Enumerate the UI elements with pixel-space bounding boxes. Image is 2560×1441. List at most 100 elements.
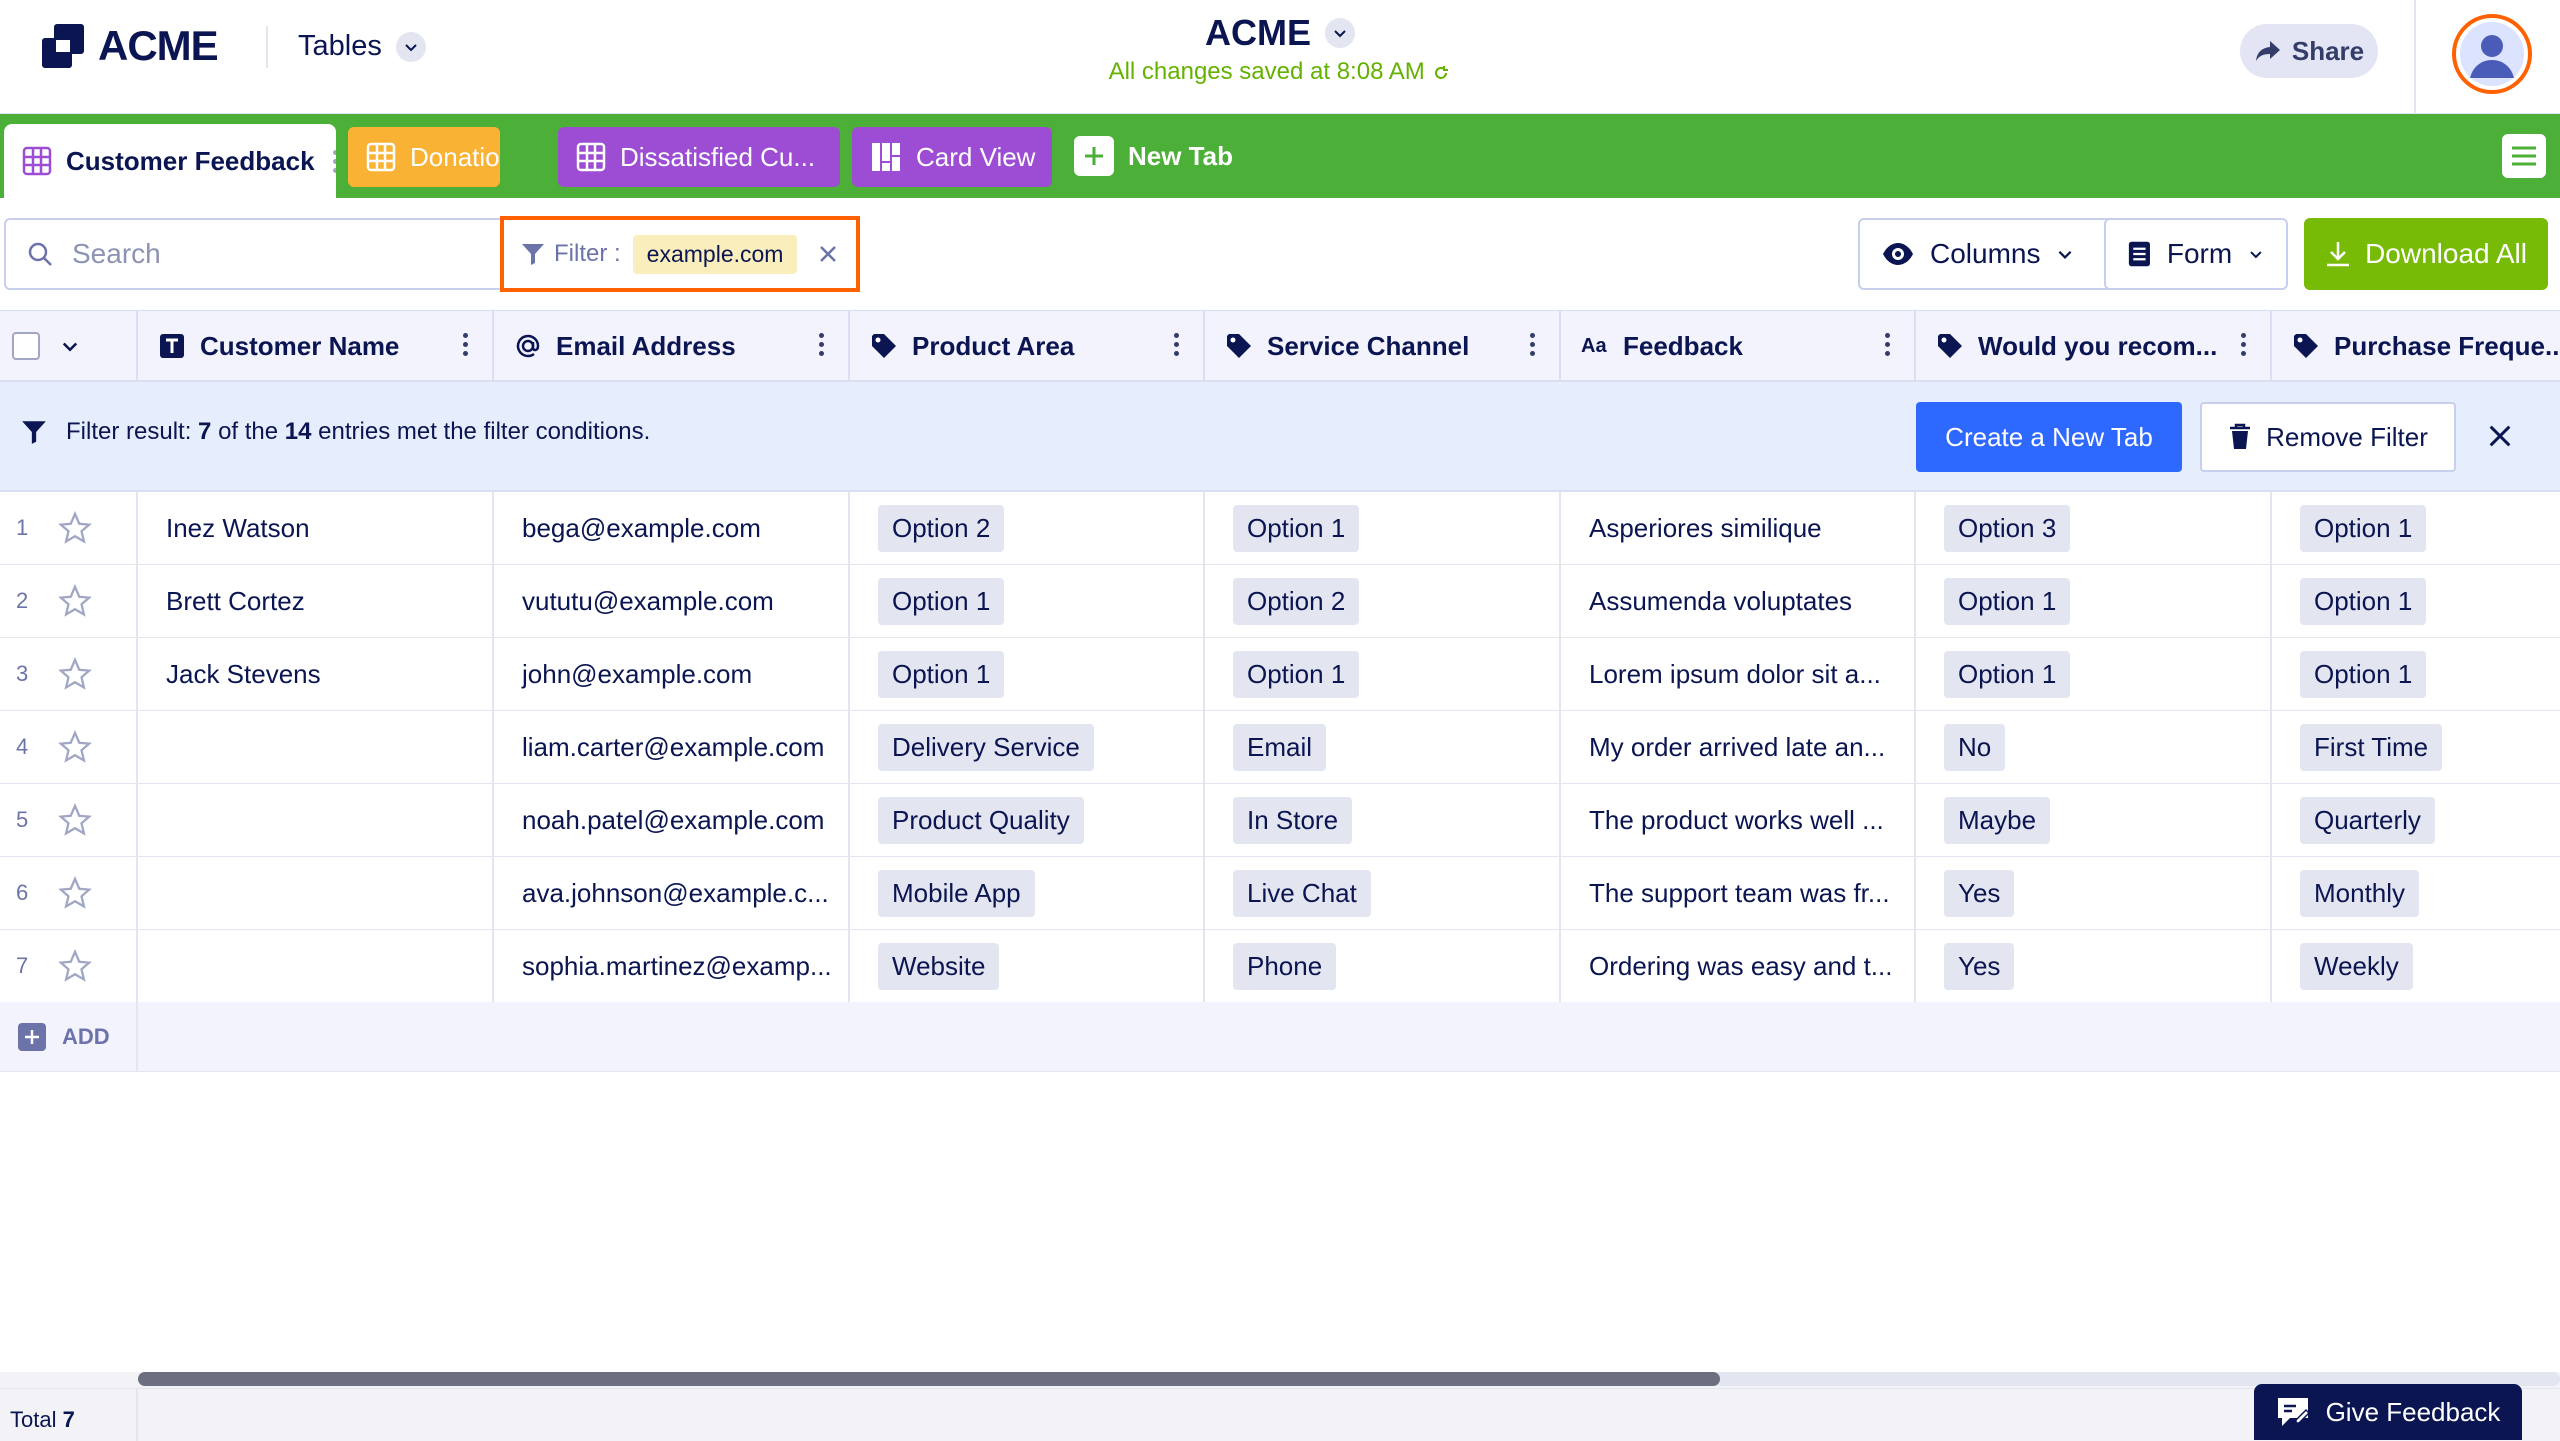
column-menu-icon[interactable] — [1530, 333, 1535, 356]
tab-dissatisfied[interactable]: Dissatisfied Cu... — [558, 127, 840, 187]
new-tab-button[interactable]: New Tab — [1056, 124, 1266, 188]
close-icon[interactable] — [2486, 422, 2514, 450]
cell-purchase-frequency[interactable]: Option 1 — [2272, 492, 2560, 564]
clear-filter-icon[interactable] — [816, 242, 840, 266]
cell-email[interactable]: sophia.martinez@examp... — [494, 930, 850, 1002]
cell-recommend[interactable]: Option 3 — [1916, 492, 2272, 564]
search-input[interactable] — [70, 237, 470, 271]
table-row[interactable]: 7 sophia.martinez@examp... Website Phone… — [0, 930, 2560, 1003]
cell-feedback[interactable]: Asperiores similique — [1561, 492, 1916, 564]
star-icon[interactable] — [58, 803, 93, 837]
star-icon[interactable] — [58, 949, 93, 983]
cell-recommend[interactable]: No — [1916, 711, 2272, 783]
tab-customer-feedback[interactable]: Customer Feedback — [4, 124, 336, 198]
table-row[interactable]: 2 Brett Cortez vututu@example.com Option… — [0, 565, 2560, 638]
star-icon[interactable] — [58, 584, 93, 618]
star-icon[interactable] — [58, 876, 93, 910]
user-avatar[interactable] — [2452, 14, 2532, 94]
column-header-product-area[interactable]: Product Area — [850, 311, 1205, 381]
star-icon[interactable] — [58, 511, 93, 545]
column-menu-icon[interactable] — [2241, 333, 2246, 356]
cell-customer-name[interactable]: Inez Watson — [138, 492, 494, 564]
remove-filter-button[interactable]: Remove Filter — [2200, 402, 2456, 472]
tab-card-view[interactable]: Card View — [852, 127, 1052, 187]
cell-product-area[interactable]: Mobile App — [850, 857, 1205, 929]
column-menu-icon[interactable] — [1885, 333, 1890, 356]
cell-product-area[interactable]: Product Quality — [850, 784, 1205, 856]
tab-donations[interactable]: Donations — [348, 127, 500, 187]
column-menu-icon[interactable] — [463, 333, 468, 356]
cell-customer-name[interactable]: Brett Cortez — [138, 565, 494, 637]
cell-email[interactable]: bega@example.com — [494, 492, 850, 564]
cell-recommend[interactable]: Maybe — [1916, 784, 2272, 856]
active-filter-chip[interactable]: Filter : example.com — [500, 216, 860, 292]
cell-customer-name[interactable] — [138, 711, 494, 783]
add-row-button[interactable]: ADD — [0, 1002, 138, 1072]
select-all-checkbox[interactable] — [12, 332, 40, 360]
cell-purchase-frequency[interactable]: First Time — [2272, 711, 2560, 783]
cell-feedback[interactable]: Lorem ipsum dolor sit a... — [1561, 638, 1916, 710]
cell-purchase-frequency[interactable]: Quarterly — [2272, 784, 2560, 856]
cell-customer-name[interactable] — [138, 930, 494, 1002]
cell-recommend[interactable]: Option 1 — [1916, 638, 2272, 710]
cell-customer-name[interactable] — [138, 784, 494, 856]
tables-nav-dropdown[interactable]: Tables — [298, 30, 426, 63]
share-button[interactable]: Share — [2240, 24, 2378, 78]
tab-options-icon[interactable] — [332, 149, 336, 173]
give-feedback-button[interactable]: Give Feedback — [2254, 1384, 2522, 1440]
cell-recommend[interactable]: Option 1 — [1916, 565, 2272, 637]
cell-email[interactable]: vututu@example.com — [494, 565, 850, 637]
star-icon[interactable] — [58, 730, 93, 764]
table-row[interactable]: 5 noah.patel@example.com Product Quality… — [0, 784, 2560, 857]
menu-button[interactable] — [2502, 134, 2546, 178]
table-row[interactable]: 3 Jack Stevens john@example.com Option 1… — [0, 638, 2560, 711]
column-menu-icon[interactable] — [1174, 333, 1179, 356]
cell-service-channel[interactable]: Option 1 — [1205, 638, 1561, 710]
app-title-dropdown[interactable]: ACME — [1205, 12, 1355, 54]
cell-service-channel[interactable]: Phone — [1205, 930, 1561, 1002]
cell-product-area[interactable]: Option 1 — [850, 638, 1205, 710]
table-row[interactable]: 1 Inez Watson bega@example.com Option 2 … — [0, 492, 2560, 565]
cell-email[interactable]: noah.patel@example.com — [494, 784, 850, 856]
horizontal-scrollbar[interactable] — [138, 1372, 2560, 1386]
cell-purchase-frequency[interactable]: Option 1 — [2272, 565, 2560, 637]
table-row[interactable]: 4 liam.carter@example.com Delivery Servi… — [0, 711, 2560, 784]
columns-button[interactable]: Columns — [1858, 218, 2130, 290]
column-header-service-channel[interactable]: Service Channel — [1205, 311, 1561, 381]
create-new-tab-button[interactable]: Create a New Tab — [1916, 402, 2182, 472]
cell-customer-name[interactable] — [138, 857, 494, 929]
download-all-button[interactable]: Download All — [2304, 218, 2548, 290]
cell-product-area[interactable]: Option 1 — [850, 565, 1205, 637]
cell-service-channel[interactable]: Option 1 — [1205, 492, 1561, 564]
cell-email[interactable]: john@example.com — [494, 638, 850, 710]
cell-feedback[interactable]: My order arrived late an... — [1561, 711, 1916, 783]
column-header-purchase-frequency[interactable]: Purchase Freque... — [2272, 311, 2560, 381]
cell-feedback[interactable]: The product works well ... — [1561, 784, 1916, 856]
cell-product-area[interactable]: Option 2 — [850, 492, 1205, 564]
cell-feedback[interactable]: The support team was fr... — [1561, 857, 1916, 929]
star-icon[interactable] — [58, 657, 93, 691]
cell-purchase-frequency[interactable]: Monthly — [2272, 857, 2560, 929]
cell-product-area[interactable]: Website — [850, 930, 1205, 1002]
cell-recommend[interactable]: Yes — [1916, 930, 2272, 1002]
form-button[interactable]: Form — [2104, 218, 2288, 290]
column-header-would-you-recommend[interactable]: Would you recom... — [1916, 311, 2272, 381]
column-header-email[interactable]: Email Address — [494, 311, 850, 381]
cell-customer-name[interactable]: Jack Stevens — [138, 638, 494, 710]
cell-service-channel[interactable]: Option 2 — [1205, 565, 1561, 637]
acme-logo[interactable]: ACME — [40, 22, 219, 70]
column-header-customer-name[interactable]: Customer Name — [138, 311, 494, 381]
cell-feedback[interactable]: Assumenda voluptates — [1561, 565, 1916, 637]
cell-service-channel[interactable]: Email — [1205, 711, 1561, 783]
chevron-down-icon[interactable] — [60, 336, 80, 356]
cell-purchase-frequency[interactable]: Option 1 — [2272, 638, 2560, 710]
table-row[interactable]: 6 ava.johnson@example.c... Mobile App Li… — [0, 857, 2560, 930]
cell-email[interactable]: liam.carter@example.com — [494, 711, 850, 783]
cell-purchase-frequency[interactable]: Weekly — [2272, 930, 2560, 1002]
cell-product-area[interactable]: Delivery Service — [850, 711, 1205, 783]
cell-service-channel[interactable]: Live Chat — [1205, 857, 1561, 929]
column-menu-icon[interactable] — [819, 333, 824, 356]
scrollbar-thumb[interactable] — [138, 1372, 1720, 1386]
cell-service-channel[interactable]: In Store — [1205, 784, 1561, 856]
cell-email[interactable]: ava.johnson@example.c... — [494, 857, 850, 929]
